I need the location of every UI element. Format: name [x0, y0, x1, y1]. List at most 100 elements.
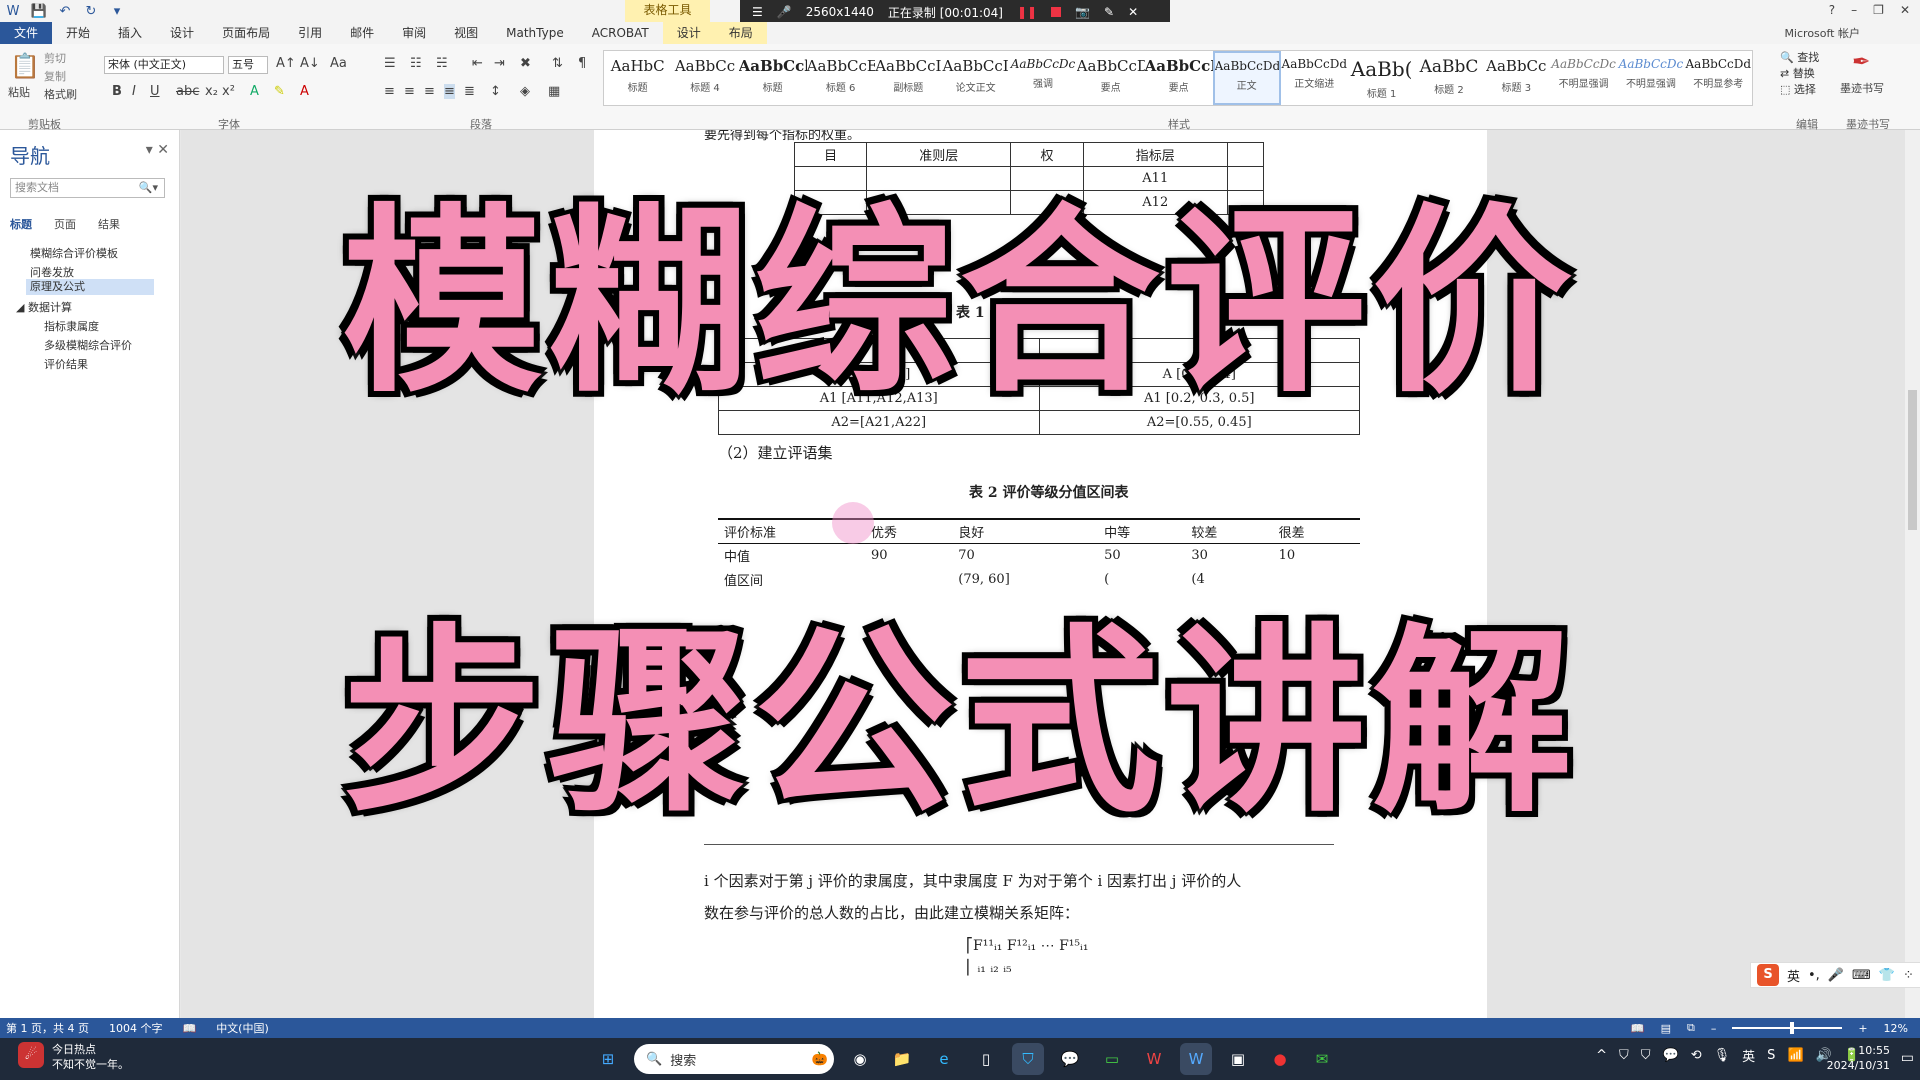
tray-ime-icon[interactable]: 英 — [1742, 1046, 1755, 1065]
undo-icon[interactable]: ↶ — [56, 2, 74, 20]
qat-dropdown-icon[interactable]: ▾ — [108, 2, 126, 20]
tab-mailings[interactable]: 邮件 — [336, 22, 388, 44]
replace-button[interactable]: ⇄ 替换 — [1780, 66, 1819, 82]
grow-font-icon[interactable]: A↑ — [276, 56, 296, 71]
ime-mode[interactable]: 英 — [1787, 966, 1800, 985]
tray-wechat-icon[interactable]: 💬 — [1663, 1048, 1679, 1063]
change-case-icon[interactable]: Aa — [330, 56, 347, 71]
distributed-icon[interactable]: ≣ — [464, 84, 475, 99]
style-item[interactable]: AaBbCcl 标题 — [739, 51, 807, 105]
save-icon[interactable]: 💾 — [30, 2, 48, 20]
tab-acrobat[interactable]: ACROBAT — [578, 22, 663, 44]
style-item[interactable]: AaBbC 标题 2 — [1415, 51, 1482, 105]
word-taskbar-icon[interactable]: W — [1180, 1043, 1212, 1075]
font-color-icon[interactable]: A — [300, 84, 309, 99]
tray-chevron-icon[interactable]: ^ — [1596, 1048, 1607, 1063]
menu-icon[interactable]: ☰ — [752, 5, 763, 19]
sort-icon[interactable]: ⇅ — [552, 56, 563, 71]
record-icon[interactable]: ● — [1264, 1043, 1296, 1075]
microphone-icon[interactable]: 🎤 — [777, 5, 792, 19]
tab-table-design[interactable]: 设计 — [662, 22, 715, 44]
chinese-layout-icon[interactable]: ✖ — [520, 56, 531, 71]
tab-insert[interactable]: 插入 — [104, 22, 156, 44]
notification-icon[interactable]: ▭ — [1901, 1050, 1914, 1066]
edge-icon[interactable]: e — [928, 1043, 960, 1075]
restore-button[interactable]: ❐ — [1873, 3, 1884, 17]
keyboard-icon[interactable]: ⌨ — [1852, 968, 1871, 983]
chrome-icon[interactable]: ◉ — [844, 1043, 876, 1075]
wps-icon[interactable]: W — [1138, 1043, 1170, 1075]
taskbar-search[interactable]: 🔍 搜索 🎃 — [634, 1044, 834, 1074]
read-mode-icon[interactable]: 📖 — [1631, 1022, 1645, 1035]
zoom-slider-thumb[interactable] — [1790, 1022, 1795, 1034]
proofing-icon[interactable]: 📖 — [182, 1022, 196, 1035]
style-item[interactable]: AaBbCc 标题 4 — [671, 51, 738, 105]
italic-icon[interactable]: I — [132, 84, 136, 99]
wechat-work-icon[interactable]: ✉ — [1306, 1043, 1338, 1075]
style-item[interactable]: AaBbCcDd 不明显参考 — [1685, 51, 1752, 105]
font-size-box[interactable]: 五号 — [228, 56, 268, 74]
apps-grid-icon[interactable]: ⁘ — [1903, 968, 1914, 983]
show-marks-icon[interactable]: ¶ — [578, 56, 586, 71]
style-item[interactable]: AaBbCcD要点 — [1077, 51, 1145, 105]
style-item[interactable]: AaBbCcDc 不明显强调 — [1617, 51, 1684, 105]
align-center-icon[interactable]: ≡ — [404, 84, 415, 99]
style-item-active[interactable]: AaBbCcDd 正文 — [1212, 51, 1281, 105]
decrease-indent-icon[interactable]: ⇤ — [472, 56, 483, 71]
find-button[interactable]: 🔍 查找 — [1780, 50, 1819, 66]
shading-icon[interactable]: ◈ — [520, 84, 530, 99]
help-button[interactable]: ? — [1829, 3, 1835, 17]
style-item[interactable]: AaBbCc 标题 3 — [1483, 51, 1550, 105]
tab-table-layout[interactable]: 布局 — [714, 22, 767, 44]
language-indicator[interactable]: 中文(中国) — [216, 1020, 269, 1036]
paste-icon[interactable]: 📋 — [10, 52, 40, 80]
tab-references[interactable]: 引用 — [284, 22, 336, 44]
align-left-icon[interactable]: ≡ — [384, 84, 395, 99]
zoom-level[interactable]: 12% — [1884, 1022, 1908, 1035]
text-effects-icon[interactable]: A — [250, 84, 259, 99]
skin-icon[interactable]: 👕 — [1879, 968, 1895, 983]
bold-icon[interactable]: B — [112, 84, 122, 99]
format-painter-button[interactable]: 格式刷 — [44, 86, 77, 102]
style-item[interactable]: AaBbCcD要点 — [1145, 51, 1213, 105]
tab-home[interactable]: 开始 — [52, 22, 104, 44]
print-layout-icon[interactable]: ▤ — [1661, 1022, 1671, 1035]
tab-page-layout[interactable]: 页面布局 — [208, 22, 284, 44]
tray-sogou-icon[interactable]: S — [1767, 1048, 1775, 1063]
highlight-icon[interactable]: ✎ — [274, 84, 285, 99]
increase-indent-icon[interactable]: ⇥ — [494, 56, 505, 71]
recorder-close-icon[interactable]: ✕ — [1128, 5, 1138, 19]
page-count[interactable]: 第 1 页，共 4 页 — [6, 1020, 89, 1036]
close-button[interactable]: ✕ — [1900, 3, 1910, 17]
numbering-icon[interactable]: ☷ — [410, 56, 422, 71]
style-item[interactable]: AaBbCcI 副标题 — [875, 51, 942, 105]
underline-icon[interactable]: U — [150, 84, 160, 99]
borders-icon[interactable]: ▦ — [548, 84, 560, 99]
line-spacing-icon[interactable]: ↕ — [490, 84, 501, 99]
window-icon[interactable]: ▣ — [1222, 1043, 1254, 1075]
style-item[interactable]: AaBbCcE 标题 6 — [807, 51, 875, 105]
copy-button[interactable]: 复制 — [44, 68, 66, 84]
recorder-app-icon[interactable]: ⛉ — [1012, 1043, 1044, 1075]
punctuation-icon[interactable]: •, — [1808, 968, 1820, 983]
mic-icon[interactable]: 🎤 — [1828, 968, 1844, 983]
multilevel-list-icon[interactable]: ☵ — [436, 56, 448, 71]
style-item[interactable]: AaBb(标题 1 — [1348, 51, 1415, 105]
sogou-logo-icon[interactable]: S — [1757, 964, 1779, 986]
bullets-icon[interactable]: ☰ — [384, 56, 396, 71]
style-item[interactable]: AaBbCcI 论文正文 — [942, 51, 1009, 105]
account-label[interactable]: Microsoft 帐户 — [1784, 25, 1920, 41]
zoom-slider[interactable] — [1732, 1022, 1843, 1034]
font-name-box[interactable]: 宋体 (中文正文) — [104, 56, 224, 74]
taskbar-clock[interactable]: 10:55 2024/10/31 — [1827, 1043, 1890, 1073]
phone-icon[interactable]: ▯ — [970, 1043, 1002, 1075]
tray-mic-icon[interactable]: 🎙 — [1714, 1048, 1731, 1063]
redo-icon[interactable]: ↻ — [82, 2, 100, 20]
ink-pen-icon[interactable]: ✒ — [1852, 50, 1870, 75]
select-button[interactable]: ⬚ 选择 — [1780, 82, 1819, 98]
wechat-icon[interactable]: 💬 — [1054, 1043, 1086, 1075]
superscript-icon[interactable]: x² — [222, 84, 235, 99]
wifi-icon[interactable]: 📶 — [1787, 1048, 1803, 1063]
paste-button[interactable]: 粘贴 — [8, 84, 30, 100]
tab-mathtype[interactable]: MathType — [492, 22, 578, 44]
